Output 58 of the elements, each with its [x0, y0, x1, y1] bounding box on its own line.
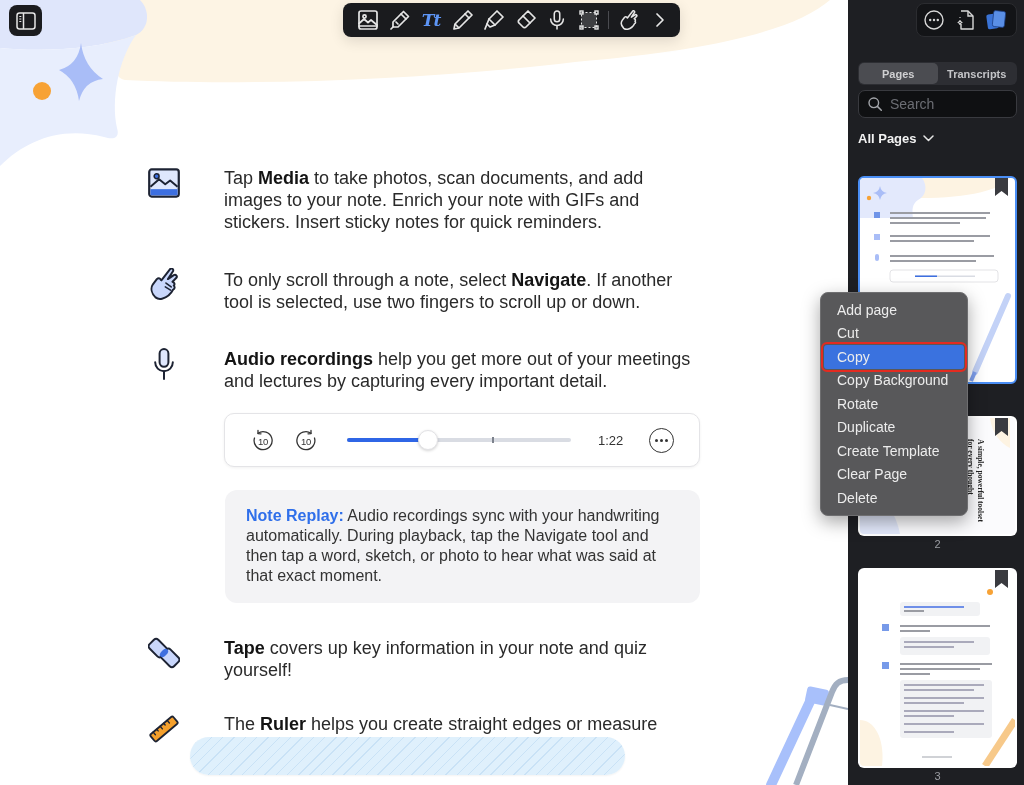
time-text: 1:22	[598, 432, 624, 448]
bookmark-icon	[995, 178, 1008, 196]
forward-arrow-icon	[295, 429, 317, 451]
pen-icon	[389, 10, 410, 30]
pages-button[interactable]	[986, 10, 1006, 30]
marker-icon	[484, 10, 504, 30]
forward-button[interactable]: 10	[295, 429, 317, 451]
hand-pointer-icon	[148, 268, 180, 300]
feature-text: Audio recordings help you get more out of your meetings and lectures by capturing every important detail.	[224, 348, 692, 392]
tape-rolls-icon	[148, 637, 180, 669]
rewind-arrow-icon	[252, 429, 274, 451]
menu-item[interactable]: Copy	[824, 345, 964, 369]
document-button[interactable]	[955, 10, 975, 30]
image-icon	[358, 10, 378, 30]
track-tick-icon	[492, 437, 494, 443]
bookmark-icon	[995, 418, 1008, 436]
feature-text: Tape covers up key information in your note and quiz yourself!	[224, 637, 648, 681]
menu-item[interactable]: Delete	[824, 486, 964, 510]
dot-icon	[33, 82, 51, 100]
rewind-button[interactable]: 10	[252, 429, 274, 451]
menu-item[interactable]: Duplicate	[824, 415, 964, 439]
menu-item[interactable]: Create Template	[824, 439, 964, 463]
eraser-icon	[515, 10, 536, 30]
hand-pointer-icon	[618, 10, 639, 30]
text-tool-button[interactable]: Tt	[419, 6, 443, 34]
pencil-icon	[452, 10, 473, 30]
feature-text: The Ruler helps you create straight edges or measure	[224, 713, 659, 736]
tip-text: Note Replay: Audio recordings sync with your handwriting automatically. During playback, tap the Navigate tool and then tap a word, sketch, or photo to hear what was said at that exact moment.	[246, 506, 661, 586]
menu-item[interactable]: Copy Background	[824, 368, 964, 392]
more-options-button[interactable]	[924, 10, 944, 30]
slider-thumb[interactable]	[417, 430, 438, 450]
ellipsis-icon	[655, 438, 669, 442]
ellipsis-circle-icon	[924, 10, 944, 30]
feature-text: Tap Media to take photos, scan documents, and add images to your note. Enrich your note with GIFs and stickers. Insert sticky notes for quick reminders.	[224, 167, 645, 233]
view-tab[interactable]: Transcripts	[937, 63, 1016, 84]
menu-item[interactable]: Clear Page	[824, 462, 964, 486]
page-number: 2	[934, 538, 941, 550]
selection-box-icon	[578, 10, 599, 30]
image-icon	[148, 167, 180, 199]
playback-track[interactable]	[347, 430, 571, 450]
document-sparkle-icon	[955, 10, 975, 30]
menu-item[interactable]: Rotate	[824, 392, 964, 416]
search-icon	[868, 97, 882, 111]
feature-text: To only scroll through a note, select Navigate. If another tool is selected, use two fingers to scroll up or down.	[224, 269, 674, 313]
view-tab[interactable]: Pages	[859, 63, 938, 84]
page-number: 3	[934, 770, 941, 782]
search-field[interactable]: Search	[858, 90, 1017, 118]
menu-item[interactable]: Cut	[824, 321, 964, 345]
page-stack-icon	[986, 10, 1006, 30]
sidebar-panel-icon	[15, 10, 36, 31]
filter-dropdown[interactable]: All Pages	[858, 131, 934, 146]
menu-item[interactable]: Add page	[824, 298, 964, 322]
sidebar-toggle-button[interactable]	[9, 5, 42, 36]
sparkle-icon	[59, 43, 103, 101]
microphone-icon	[547, 10, 567, 30]
bookmark-icon	[995, 570, 1008, 588]
chevron-right-icon	[655, 12, 665, 28]
chevron-down-icon	[922, 135, 934, 142]
